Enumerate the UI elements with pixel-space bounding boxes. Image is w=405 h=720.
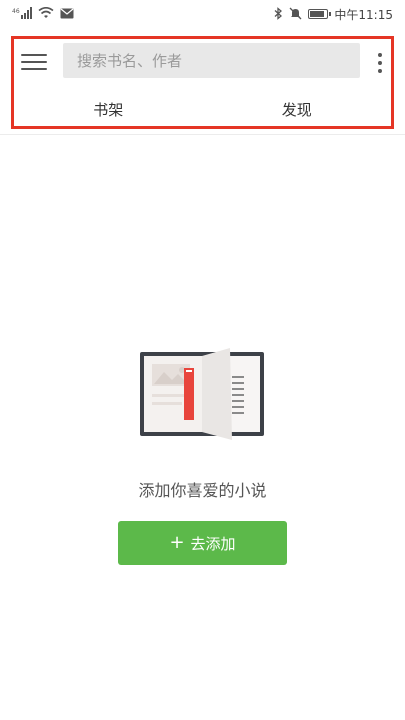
signal-icon: 46 bbox=[12, 7, 32, 21]
plus-icon: + bbox=[169, 532, 185, 553]
search-box[interactable] bbox=[63, 43, 360, 78]
empty-bookshelf-illustration bbox=[136, 348, 268, 440]
toolbar-divider bbox=[0, 134, 405, 135]
battery-icon bbox=[308, 9, 332, 19]
empty-message: 添加你喜爱的小说 bbox=[138, 481, 267, 500]
add-novel-button[interactable]: + 去添加 bbox=[118, 521, 287, 565]
status-right-icons: 中午11:15 bbox=[274, 6, 393, 23]
tab-bookshelf[interactable]: 书架 bbox=[14, 91, 203, 129]
mail-icon bbox=[60, 8, 74, 21]
menu-icon[interactable] bbox=[21, 51, 47, 73]
tab-discover[interactable]: 发现 bbox=[203, 91, 392, 129]
tab-bar: 书架 发现 bbox=[14, 91, 391, 129]
bluetooth-icon bbox=[274, 6, 283, 22]
wifi-icon bbox=[38, 6, 54, 21]
add-button-label: 去添加 bbox=[190, 534, 236, 553]
status-time: 中午11:15 bbox=[334, 7, 393, 22]
open-book-icon bbox=[140, 348, 264, 440]
status-left-icons: 46 bbox=[12, 6, 74, 21]
svg-text:46: 46 bbox=[12, 8, 20, 15]
battery-fill bbox=[310, 11, 324, 17]
search-input[interactable] bbox=[75, 50, 348, 71]
status-bar: 46 中午11:15 bbox=[0, 0, 405, 28]
more-options-icon[interactable] bbox=[374, 51, 386, 75]
top-toolbar: 书架 发现 bbox=[11, 36, 394, 129]
mute-bell-icon bbox=[289, 7, 302, 22]
